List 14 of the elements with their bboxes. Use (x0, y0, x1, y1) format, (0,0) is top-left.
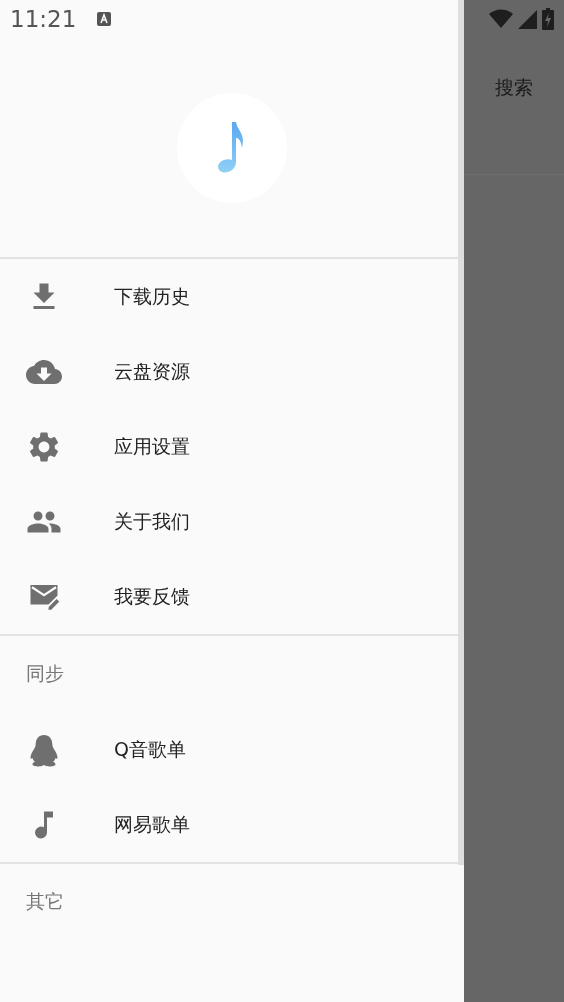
section-header: 其它 (25, 889, 65, 914)
keyboard-icon (96, 11, 113, 27)
menu-item[interactable]: Q音歌单 (0, 712, 458, 787)
signal-icon (518, 9, 537, 29)
menu-item[interactable]: 网易歌单 (0, 787, 458, 862)
wifi-icon (489, 9, 513, 29)
menu-item[interactable]: 应用设置 (0, 409, 458, 484)
status-time: 11:21 (10, 6, 77, 32)
section-header: 同步 (25, 661, 65, 686)
menu-item[interactable]: 下载历史 (0, 259, 458, 334)
menu-item[interactable]: 云盘资源 (0, 334, 458, 409)
menu-item[interactable]: 我要反馈 (0, 559, 458, 634)
menu-item[interactable]: 关于我们 (0, 484, 458, 559)
battery-icon (542, 8, 554, 30)
